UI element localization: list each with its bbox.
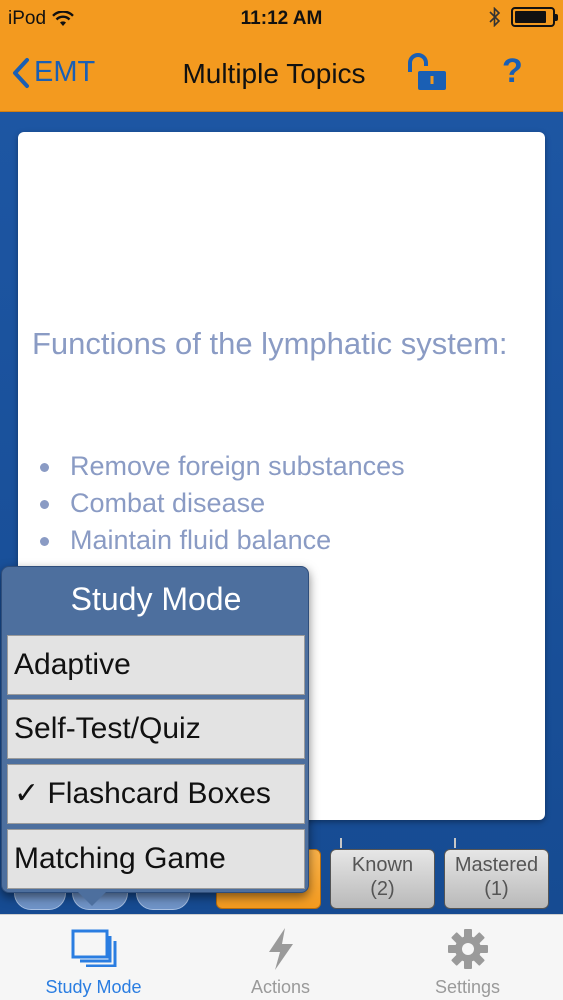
study-mode-popover: Study Mode Adaptive Self-Test/Quiz ✓ Fla… <box>1 566 309 906</box>
study-mode-icon <box>71 929 116 967</box>
box-known-count: (2) <box>370 878 395 900</box>
battery-icon <box>511 7 558 27</box>
option-flashcard-boxes[interactable]: ✓ Flashcard Boxes <box>7 764 305 824</box>
unlock-icon <box>408 53 446 90</box>
box-mastered-label: Mastered <box>454 854 539 876</box>
box-known-label: Known <box>351 854 414 876</box>
box-known[interactable]: Known (2) <box>330 849 435 909</box>
option-adaptive[interactable]: Adaptive <box>7 635 305 695</box>
popover-arrow <box>78 892 106 906</box>
nav-bar: EMT Multiple Topics ? <box>0 38 563 112</box>
tab-settings[interactable]: Settings <box>374 915 561 1000</box>
tab-bar: Study Mode Actions Settings <box>0 914 563 1000</box>
lightning-icon <box>268 928 293 970</box>
status-bar: iPod 11:12 AM <box>0 0 563 38</box>
box-divider <box>454 838 456 848</box>
gear-icon <box>447 929 488 969</box>
tab-actions[interactable]: Actions <box>187 915 374 1000</box>
box-divider <box>340 838 342 848</box>
tab-study-mode[interactable]: Study Mode <box>0 915 187 1000</box>
unlock-button[interactable] <box>404 52 448 97</box>
tab-label: Actions <box>250 977 311 997</box>
status-time: 11:12 AM <box>240 8 323 29</box>
battery-fill <box>515 11 546 23</box>
option-matching-game[interactable]: Matching Game <box>7 829 305 889</box>
box-mastered-count: (1) <box>484 878 509 900</box>
card-bullet: Remove foreign substances <box>38 448 405 485</box>
option-self-test-quiz[interactable]: Self-Test/Quiz <box>7 699 305 759</box>
tab-label: Settings <box>434 977 501 997</box>
popover-title: Study Mode <box>70 581 242 617</box>
box-mastered[interactable]: Mastered (1) <box>444 849 549 909</box>
page-title: Multiple Topics <box>182 58 366 89</box>
card-bullet: Combat disease <box>38 485 405 522</box>
status-right <box>489 7 558 27</box>
card-heading: Functions of the lymphatic system: <box>32 326 508 361</box>
tab-label: Study Mode <box>45 977 142 997</box>
card-bullet: Maintain fluid balance <box>38 522 405 559</box>
help-button[interactable]: ? <box>502 52 523 91</box>
bluetooth-icon <box>489 7 501 27</box>
card-bullet-list: Remove foreign substances Combat disease… <box>38 448 405 559</box>
